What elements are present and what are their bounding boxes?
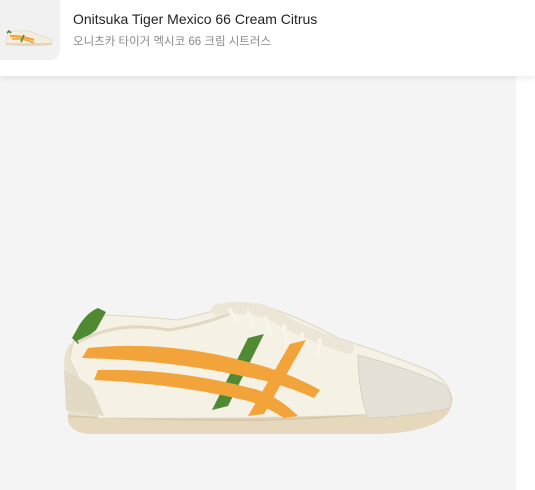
shoe-product-image xyxy=(64,301,453,434)
product-subtitle-korean: 오니츠카 타이거 멕시코 66 크림 시트러스 xyxy=(73,36,272,48)
product-thumbnail[interactable] xyxy=(0,0,60,60)
product-title: Onitsuka Tiger Mexico 66 Cream Citrus xyxy=(73,11,318,27)
shoe-thumbnail-icon xyxy=(0,0,60,60)
product-header[interactable]: Onitsuka Tiger Mexico 66 Cream Citrus 오니… xyxy=(0,0,535,76)
